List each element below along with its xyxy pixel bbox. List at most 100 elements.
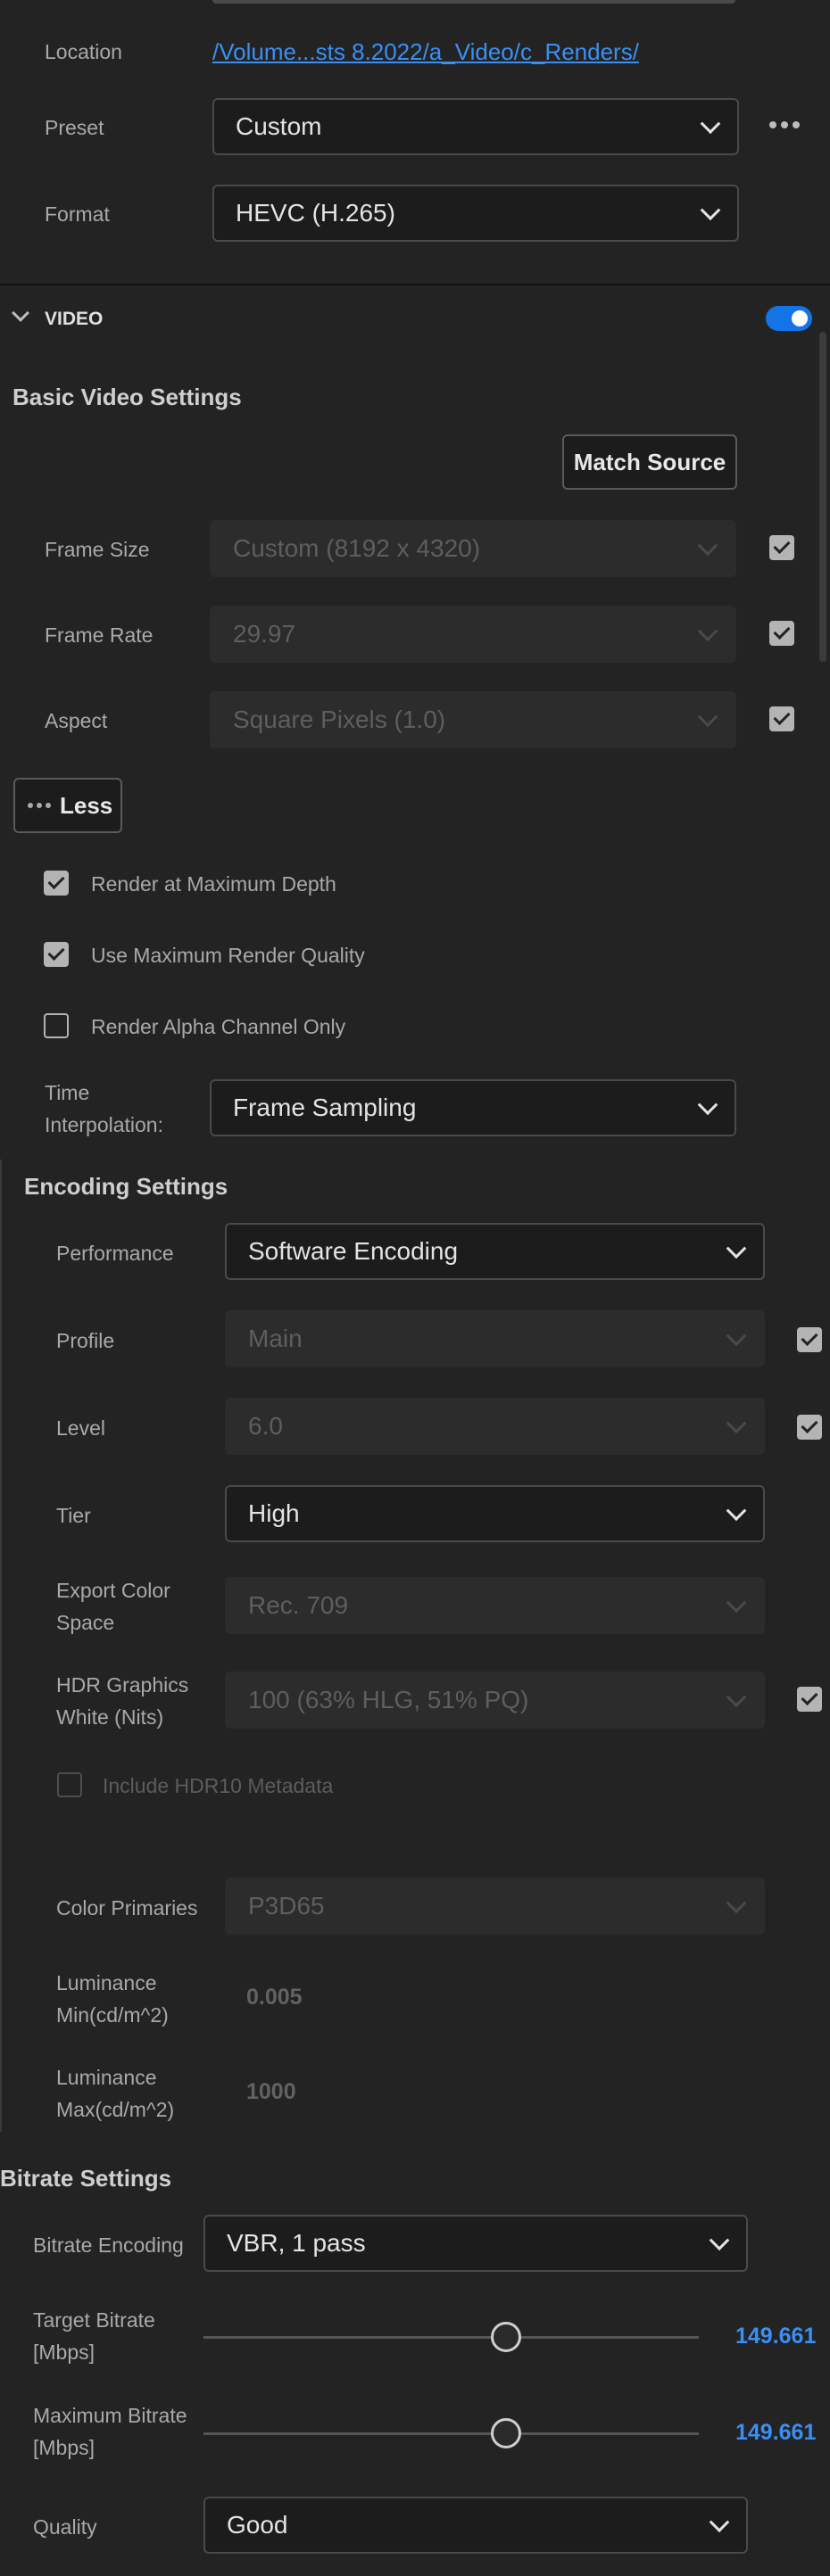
match-source-button[interactable]: Match Source: [562, 434, 737, 490]
profile-match-checkbox[interactable]: [797, 1327, 822, 1352]
location-link[interactable]: /Volume...sts 8.2022/a_Video/c_Renders/: [212, 34, 639, 70]
use-max-quality-label: Use Maximum Render Quality: [91, 944, 365, 967]
location-label: Location: [45, 40, 122, 63]
aspect-value: Square Pixels (1.0): [233, 706, 446, 733]
target-bitrate-slider-track[interactable]: [203, 2336, 699, 2339]
profile-label: Profile: [56, 1329, 115, 1352]
preset-label: Preset: [45, 116, 104, 139]
luminance-min-label: Luminance Min(cd/m^2): [56, 1971, 169, 2027]
maximum-bitrate-slider-thumb[interactable]: [490, 2418, 521, 2448]
level-match-checkbox[interactable]: [797, 1415, 822, 1440]
aspect-dropdown[interactable]: Square Pixels (1.0): [210, 691, 736, 748]
render-alpha-checkbox[interactable]: [44, 1013, 69, 1038]
aspect-match-checkbox[interactable]: [769, 706, 794, 731]
tier-value: High: [248, 1499, 300, 1527]
hdr-graphics-white-dropdown[interactable]: 100 (63% HLG, 51% PQ): [225, 1672, 765, 1729]
profile-value: Main: [248, 1325, 303, 1352]
chevron-down-icon: [709, 2512, 730, 2533]
chevron-down-icon: [726, 1500, 747, 1522]
bitrate-encoding-value: VBR, 1 pass: [227, 2229, 366, 2257]
level-label: Level: [56, 1416, 105, 1440]
luminance-max-label: Luminance Max(cd/m^2): [56, 2066, 175, 2121]
include-hdr10-label: Include HDR10 Metadata: [103, 1774, 334, 1797]
time-interpolation-value: Frame Sampling: [233, 1094, 417, 1121]
use-max-quality-checkbox[interactable]: [44, 942, 69, 967]
render-max-depth-label: Render at Maximum Depth: [91, 872, 336, 896]
frame-rate-match-checkbox[interactable]: [769, 621, 794, 646]
hdr-graphics-match-checkbox[interactable]: [797, 1687, 822, 1712]
frame-rate-label: Frame Rate: [45, 623, 154, 647]
hdr-graphics-white-value: 100 (63% HLG, 51% PQ): [248, 1686, 529, 1713]
chevron-down-icon: [726, 1325, 747, 1347]
chevron-down-icon: [697, 621, 718, 642]
chevron-down-icon: [726, 1413, 747, 1434]
level-dropdown[interactable]: 6.0: [225, 1398, 765, 1455]
basic-video-settings-title: Basic Video Settings: [12, 384, 242, 410]
performance-label: Performance: [56, 1242, 174, 1265]
maximum-bitrate-label: Maximum Bitrate [Mbps]: [33, 2404, 187, 2459]
chevron-down-icon: [726, 1893, 747, 1914]
maximum-bitrate-value[interactable]: 149.661: [735, 2420, 816, 2446]
frame-rate-value: 29.97: [233, 620, 296, 648]
tier-label: Tier: [56, 1504, 91, 1527]
scrollbar[interactable]: [819, 332, 826, 662]
performance-dropdown[interactable]: Software Encoding: [225, 1223, 765, 1280]
section-divider: [0, 284, 830, 285]
chevron-down-icon: [700, 113, 721, 135]
hdr-graphics-white-label: HDR Graphics White (Nits): [56, 1673, 189, 1729]
color-primaries-label: Color Primaries: [56, 1896, 198, 1920]
video-section-title: VIDEO: [45, 309, 104, 329]
video-toggle[interactable]: [766, 306, 812, 331]
frame-size-label: Frame Size: [45, 538, 150, 561]
color-primaries-dropdown[interactable]: P3D65: [225, 1878, 765, 1935]
time-interpolation-label: Time Interpolation:: [45, 1081, 163, 1136]
less-label: Less: [60, 791, 113, 819]
bitrate-settings-title: Bitrate Settings: [0, 2165, 172, 2192]
level-value: 6.0: [248, 1412, 283, 1440]
chevron-down-icon: [726, 1687, 747, 1708]
video-collapse-chevron-icon[interactable]: [12, 304, 29, 322]
export-color-space-value: Rec. 709: [248, 1591, 349, 1619]
render-max-depth-checkbox[interactable]: [44, 871, 69, 896]
chevron-down-icon: [697, 1094, 718, 1116]
tier-dropdown[interactable]: High: [225, 1485, 765, 1542]
preset-dropdown[interactable]: Custom: [212, 98, 739, 155]
target-bitrate-slider-thumb[interactable]: [490, 2322, 521, 2352]
chevron-down-icon: [697, 535, 718, 557]
frame-size-match-checkbox[interactable]: [769, 535, 794, 560]
chevron-down-icon: [726, 1238, 747, 1259]
more-options-icon[interactable]: [769, 121, 800, 130]
less-button[interactable]: Less: [13, 778, 122, 833]
target-bitrate-label: Target Bitrate [Mbps]: [33, 2308, 155, 2364]
format-dropdown[interactable]: HEVC (H.265): [212, 185, 739, 242]
frame-rate-dropdown[interactable]: 29.97: [210, 606, 736, 663]
bitrate-encoding-dropdown[interactable]: VBR, 1 pass: [203, 2215, 748, 2272]
frame-size-value: Custom (8192 x 4320): [233, 534, 481, 562]
chevron-down-icon: [697, 706, 718, 728]
preset-value: Custom: [236, 112, 322, 140]
ellipsis-icon: [28, 803, 51, 808]
bitrate-encoding-label: Bitrate Encoding: [33, 2233, 184, 2257]
luminance-min-value[interactable]: 0.005: [246, 1985, 303, 2010]
export-color-space-label: Export Color Space: [56, 1579, 170, 1634]
quality-label: Quality: [33, 2515, 97, 2539]
include-hdr10-checkbox[interactable]: [57, 1772, 82, 1797]
frame-size-dropdown[interactable]: Custom (8192 x 4320): [210, 520, 736, 577]
chevron-down-icon: [709, 2230, 730, 2251]
format-label: Format: [45, 202, 110, 226]
target-bitrate-value[interactable]: 149.661: [735, 2324, 816, 2349]
export-color-space-dropdown[interactable]: Rec. 709: [225, 1577, 765, 1634]
quality-dropdown[interactable]: Good: [203, 2497, 748, 2554]
render-alpha-label: Render Alpha Channel Only: [91, 1015, 346, 1038]
quality-value: Good: [227, 2511, 288, 2539]
format-value: HEVC (H.265): [236, 199, 395, 227]
toggle-knob: [792, 310, 808, 326]
luminance-max-value[interactable]: 1000: [246, 2079, 296, 2105]
encoding-settings-title: Encoding Settings: [24, 1173, 228, 1200]
maximum-bitrate-slider-track[interactable]: [203, 2432, 699, 2435]
profile-dropdown[interactable]: Main: [225, 1310, 765, 1367]
time-interpolation-dropdown[interactable]: Frame Sampling: [210, 1079, 736, 1136]
chevron-down-icon: [700, 200, 721, 221]
performance-value: Software Encoding: [248, 1237, 459, 1265]
top-divider-fragment: [212, 0, 735, 4]
